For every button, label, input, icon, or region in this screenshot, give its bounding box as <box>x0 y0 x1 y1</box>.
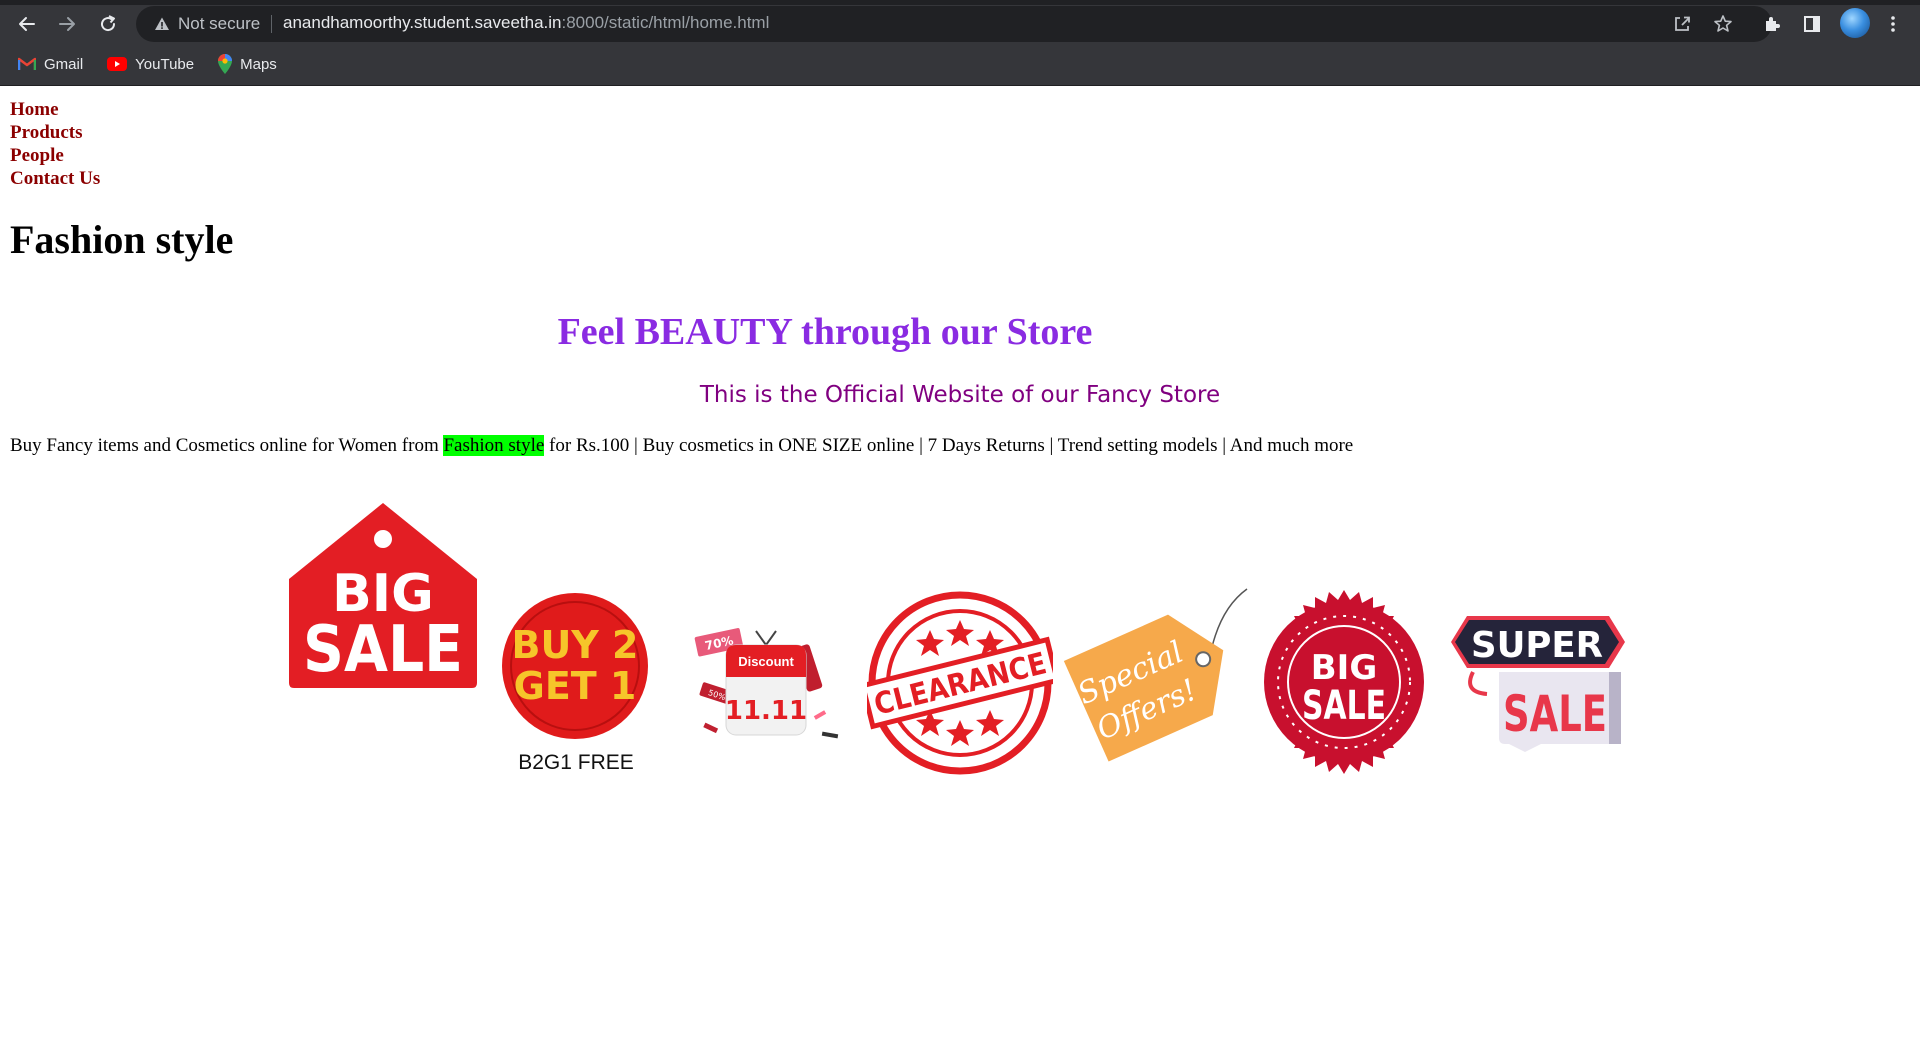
reload-button[interactable] <box>93 9 123 39</box>
calendar-date: 11.11 <box>725 696 807 726</box>
special-offers-badge: Special Offers! <box>1063 588 1248 762</box>
calendar-discount-label: Discount <box>738 654 794 669</box>
side-panel-icon[interactable] <box>1797 9 1827 39</box>
browser-chrome: Not secure anandhamoorthy.student.saveet… <box>0 0 1920 86</box>
super-sale-badge: SUPER SALE <box>1451 616 1625 752</box>
forward-arrow-icon <box>59 17 75 31</box>
web-page: Home Products People Contact Us Fashion … <box>0 87 1920 1038</box>
nav-item-contact: Contact Us <box>10 167 100 190</box>
bookmarks-bar: Gmail YouTube Maps <box>0 50 283 78</box>
description-end: for Rs.100 | Buy cosmetics in ONE SIZE o… <box>544 435 1354 456</box>
hang-line-left <box>755 630 767 646</box>
seal-line2: SALE <box>1302 683 1386 729</box>
promo-badges-row: BIG SALE BUY 2 GET 1 B2G1 FREE 70% 50% D… <box>0 87 1920 1038</box>
bookmark-maps[interactable]: Maps <box>218 50 283 78</box>
bookmark-star-icon[interactable] <box>1709 10 1737 38</box>
bookmark-youtube[interactable]: YouTube <box>107 50 200 78</box>
big-sale-tag-badge: BIG SALE <box>289 503 477 688</box>
buy2get1-line1: BUY 2 <box>511 623 638 667</box>
big-sale-seal-badge: BIG SALE <box>1264 590 1424 774</box>
store-tagline: Feel BEAUTY through our Store <box>557 311 1093 353</box>
security-divider <box>271 15 273 33</box>
security-indicator[interactable]: Not secure <box>148 9 273 39</box>
nav-link-people[interactable]: People <box>10 145 64 166</box>
nav-link-products[interactable]: Products <box>10 122 82 143</box>
nav-item-people: People <box>10 144 100 167</box>
share-icon[interactable] <box>1668 10 1696 38</box>
extensions-icon[interactable] <box>1757 9 1787 39</box>
discount-calendar-badge: 70% 50% Discount 11.11 <box>694 628 839 739</box>
forward-button[interactable] <box>52 9 82 39</box>
confetti-2 <box>813 710 827 720</box>
nav-item-home: Home <box>10 98 100 121</box>
back-arrow-icon <box>19 17 35 31</box>
more-menu-icon[interactable] <box>1878 9 1908 39</box>
gmail-icon <box>18 57 36 70</box>
nav-link-contact[interactable]: Contact Us <box>10 168 100 189</box>
bookmark-label: Gmail <box>44 55 84 73</box>
sale-label: SALE <box>1503 685 1607 743</box>
site-brand-heading: Fashion style <box>10 217 234 262</box>
store-subtitle: This is the Official Website of our Fanc… <box>699 382 1221 408</box>
page-load-bar <box>0 0 1312 2</box>
security-label: Not secure <box>178 14 261 33</box>
tag-string <box>1211 588 1248 648</box>
confetti-1 <box>703 722 719 734</box>
nav-item-products: Products <box>10 121 100 144</box>
confetti-3 <box>821 731 839 739</box>
reload-icon <box>101 15 116 32</box>
sale-tag-shadow <box>1609 672 1621 744</box>
buy2get1-badge: BUY 2 GET 1 B2G1 FREE <box>502 593 648 774</box>
tag-hole <box>374 530 392 548</box>
bookmark-gmail[interactable]: Gmail <box>18 50 89 78</box>
nav-link-home[interactable]: Home <box>10 99 59 120</box>
url-host: anandhamoorthy.student.saveetha.in <box>283 13 562 32</box>
super-tag-string <box>1468 671 1488 696</box>
back-button[interactable] <box>12 9 42 39</box>
clearance-stamp-badge: CLEARANCE <box>867 591 1053 775</box>
seal-line1: BIG <box>1311 648 1377 688</box>
description-start: Buy Fancy items and Cosmetics online for… <box>10 435 444 456</box>
maps-icon <box>218 54 233 74</box>
buy2get1-line2: GET 1 <box>514 664 637 708</box>
super-label: SUPER <box>1471 625 1603 666</box>
bookmark-label: YouTube <box>135 55 195 73</box>
site-nav: Home Products People Contact Us <box>10 98 100 190</box>
warning-icon <box>155 17 169 30</box>
buy2get1-caption: B2G1 FREE <box>518 751 634 774</box>
big-sale-line2: SALE <box>303 613 463 687</box>
profile-avatar[interactable] <box>1840 8 1870 38</box>
description-highlight: Fashion style <box>443 435 545 456</box>
store-description: Buy Fancy items and Cosmetics online for… <box>10 435 1353 457</box>
url-path: :8000/static/html/home.html <box>561 13 770 32</box>
bookmark-label: Maps <box>240 55 277 73</box>
hang-line-right <box>765 630 777 646</box>
url-text[interactable]: anandhamoorthy.student.saveetha.in:8000/… <box>283 13 769 33</box>
youtube-icon <box>107 57 128 71</box>
